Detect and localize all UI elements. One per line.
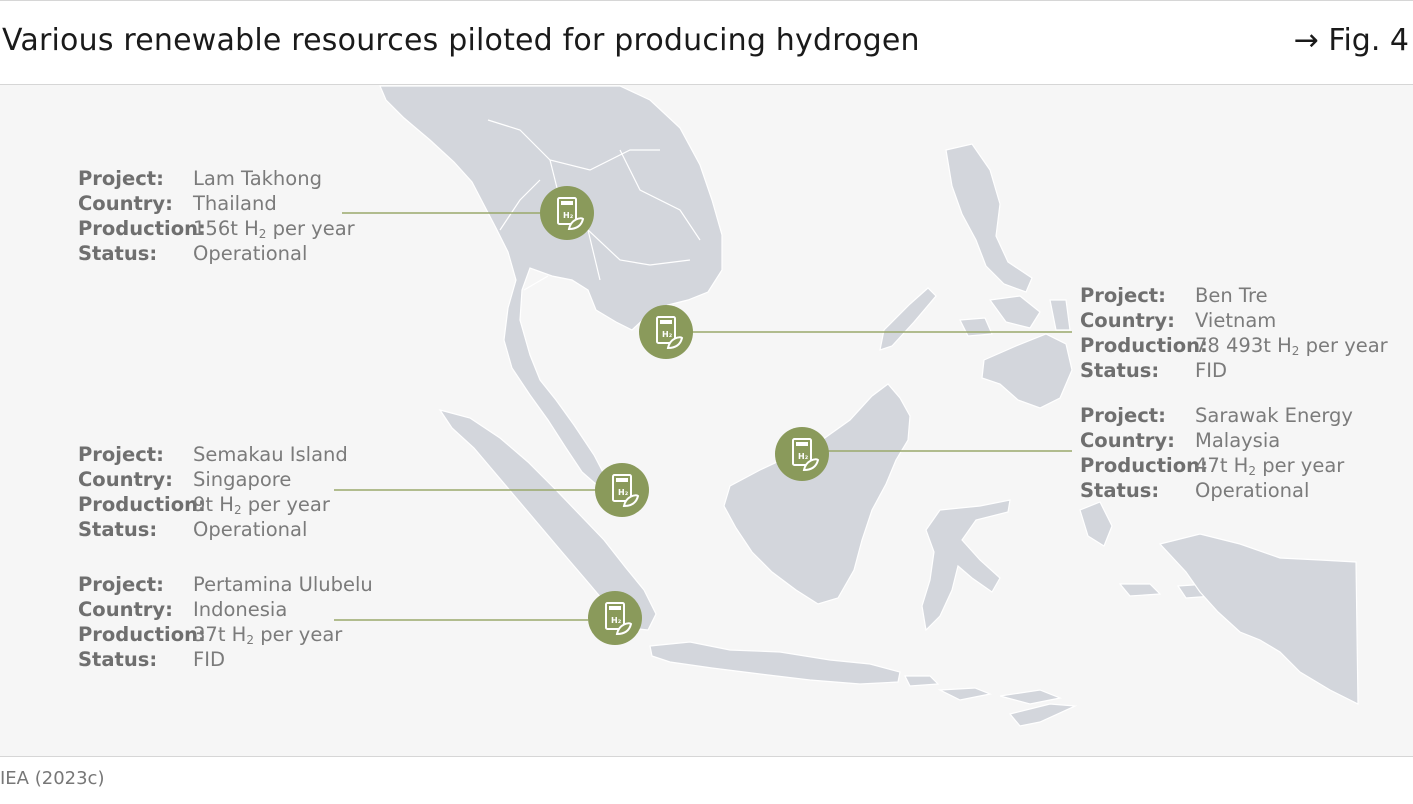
label-ben-tre: Project: Ben Tre Country: Vietnam Producti… bbox=[1080, 283, 1388, 383]
sulawesi-island bbox=[921, 499, 1011, 632]
row-country: Country: Indonesia bbox=[78, 597, 373, 622]
figure-reference-link[interactable]: → Fig. 4 bbox=[1294, 23, 1409, 58]
row-country: Country: Vietnam bbox=[1080, 308, 1388, 333]
mindanao-island bbox=[981, 333, 1073, 409]
marker-pertamina-ulubelu[interactable]: H₂ bbox=[588, 591, 642, 645]
label-sarawak-energy: Project: Sarawak Energy Country: Malaysia … bbox=[1080, 403, 1353, 503]
svg-text:H₂: H₂ bbox=[611, 616, 622, 625]
production-value: 37t H2 per year bbox=[193, 623, 343, 647]
row-status: Status: Operational bbox=[78, 241, 355, 266]
production-value: 78 493t H2 per year bbox=[1195, 334, 1388, 358]
palawan-island bbox=[879, 287, 937, 351]
key-production: Production: bbox=[78, 217, 206, 240]
status-value: FID bbox=[1195, 359, 1227, 382]
key-status: Status: bbox=[78, 518, 158, 541]
java-island bbox=[649, 641, 901, 685]
key-project: Project: bbox=[78, 573, 164, 596]
row-status: Status: Operational bbox=[1080, 478, 1353, 503]
lesser-sunda-islands bbox=[904, 675, 1078, 727]
label-semakau-island: Project: Semakau Island Country: Singapore… bbox=[78, 442, 348, 542]
status-value: FID bbox=[193, 648, 225, 671]
country-name: Indonesia bbox=[193, 598, 288, 621]
marker-sarawak-energy[interactable]: H₂ bbox=[775, 427, 829, 481]
mainland-southeast-asia bbox=[379, 85, 723, 487]
marker-lam-takhong[interactable]: H₂ bbox=[540, 186, 594, 240]
row-production: Production: 156t H2 per year bbox=[78, 216, 355, 241]
status-value: Operational bbox=[1195, 479, 1310, 502]
key-country: Country: bbox=[78, 192, 173, 215]
key-status: Status: bbox=[1080, 479, 1160, 502]
svg-text:H₂: H₂ bbox=[662, 330, 673, 339]
country-name: Singapore bbox=[193, 468, 292, 491]
key-status: Status: bbox=[78, 242, 158, 265]
row-production: Production: 47t H2 per year bbox=[1080, 453, 1353, 478]
key-country: Country: bbox=[1080, 309, 1175, 332]
row-country: Country: Singapore bbox=[78, 467, 348, 492]
svg-text:H₂: H₂ bbox=[618, 488, 629, 497]
key-production: Production: bbox=[78, 493, 206, 516]
row-project: Project: Ben Tre bbox=[1080, 283, 1388, 308]
marker-semakau-island[interactable]: H₂ bbox=[595, 463, 649, 517]
figure-header: Various renewable resources piloted for … bbox=[0, 1, 1413, 85]
key-country: Country: bbox=[78, 598, 173, 621]
luzon-island bbox=[945, 143, 1033, 293]
row-status: Status: Operational bbox=[78, 517, 348, 542]
row-project: Project: Lam Takhong bbox=[78, 166, 355, 191]
marker-ben-tre[interactable]: H₂ bbox=[639, 305, 693, 359]
project-name: Sarawak Energy bbox=[1195, 404, 1353, 427]
key-status: Status: bbox=[78, 648, 158, 671]
key-project: Project: bbox=[78, 443, 164, 466]
source-note: IEA (2023c) bbox=[0, 768, 105, 789]
production-value: 9t H2 per year bbox=[193, 493, 330, 517]
key-status: Status: bbox=[1080, 359, 1160, 382]
row-production: Production: 78 493t H2 per year bbox=[1080, 333, 1388, 358]
key-project: Project: bbox=[1080, 284, 1166, 307]
row-project: Project: Semakau Island bbox=[78, 442, 348, 467]
row-production: Production: 37t H2 per year bbox=[78, 622, 373, 647]
country-name: Malaysia bbox=[1195, 429, 1281, 452]
borneo-island bbox=[723, 383, 911, 605]
project-name: Pertamina Ulubelu bbox=[193, 573, 373, 596]
country-name: Vietnam bbox=[1195, 309, 1277, 332]
row-country: Country: Malaysia bbox=[1080, 428, 1353, 453]
row-country: Country: Thailand bbox=[78, 191, 355, 216]
label-lam-takhong: Project: Lam Takhong Country: Thailand Pro… bbox=[78, 166, 355, 266]
svg-text:H₂: H₂ bbox=[798, 452, 809, 461]
label-pertamina-ulubelu: Project: Pertamina Ulubelu Country: Indone… bbox=[78, 572, 373, 672]
row-status: Status: FID bbox=[1080, 358, 1388, 383]
row-project: Project: Pertamina Ulubelu bbox=[78, 572, 373, 597]
new-guinea-island bbox=[1158, 533, 1359, 705]
svg-text:H₂: H₂ bbox=[563, 211, 574, 220]
key-country: Country: bbox=[1080, 429, 1175, 452]
key-project: Project: bbox=[1080, 404, 1166, 427]
key-project: Project: bbox=[78, 167, 164, 190]
row-status: Status: FID bbox=[78, 647, 373, 672]
row-production: Production: 9t H2 per year bbox=[78, 492, 348, 517]
status-value: Operational bbox=[193, 242, 308, 265]
row-project: Project: Sarawak Energy bbox=[1080, 403, 1353, 428]
country-name: Thailand bbox=[193, 192, 277, 215]
key-production: Production: bbox=[1080, 454, 1208, 477]
key-production: Production: bbox=[1080, 334, 1208, 357]
status-value: Operational bbox=[193, 518, 308, 541]
production-value: 47t H2 per year bbox=[1195, 454, 1345, 478]
figure-title: Various renewable resources piloted for … bbox=[2, 23, 920, 58]
key-production: Production: bbox=[78, 623, 206, 646]
key-country: Country: bbox=[78, 468, 173, 491]
project-name: Ben Tre bbox=[1195, 284, 1268, 307]
visayas-islands bbox=[959, 295, 1071, 337]
project-name: Semakau Island bbox=[193, 443, 348, 466]
production-value: 156t H2 per year bbox=[193, 217, 355, 241]
project-name: Lam Takhong bbox=[193, 167, 322, 190]
